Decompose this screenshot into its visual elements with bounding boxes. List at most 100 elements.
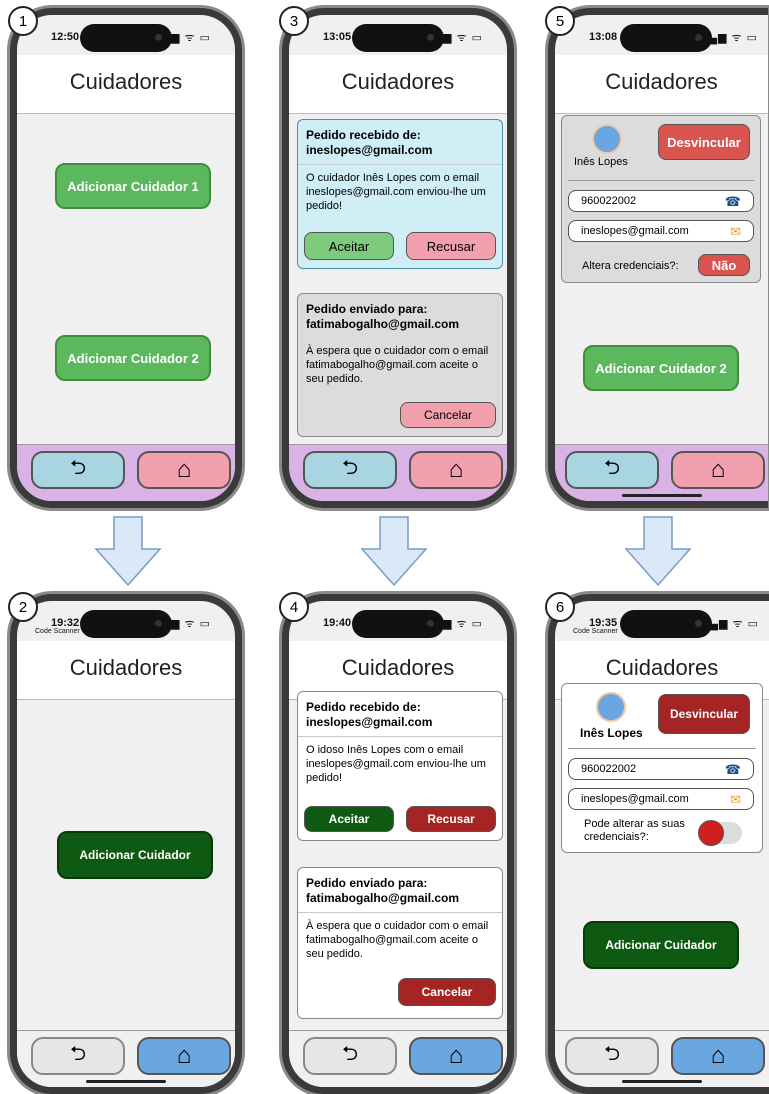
back-button[interactable]: ⮌: [31, 451, 125, 489]
home-button[interactable]: ⌂: [671, 451, 765, 489]
home-button[interactable]: ⌂: [137, 451, 231, 489]
sent-request-text: À espera que o cuidador com o email fati…: [306, 345, 489, 385]
status-bar: 12:50 ▂▄▆ ᯤ ▭: [17, 27, 235, 49]
caregiver-name: Inês Lopes: [580, 726, 643, 740]
bottom-bar: ⮌ ⌂: [289, 1030, 507, 1087]
add-caregiver-button[interactable]: Adicionar Cuidador: [57, 831, 213, 879]
signal-wifi-battery-icon: ▂▄▆ ᯤ ▭: [152, 32, 211, 44]
signal-wifi-battery-icon: ▂▄▆ ᯤ ▭: [700, 618, 759, 630]
phone-screen-6: 19:35 Code Scanner ▂▄▆ ᯤ ▭ Cuidadores In…: [548, 594, 769, 1094]
status-time: 13:08: [589, 31, 618, 43]
status-subtitle: Code Scanner: [573, 628, 618, 635]
step-badge-1: 1: [8, 6, 38, 36]
credentials-toggle[interactable]: [698, 820, 742, 846]
step-badge-3: 3: [279, 6, 309, 36]
status-subtitle: Code Scanner: [35, 628, 80, 635]
unlink-button[interactable]: Desvincular: [658, 124, 750, 160]
add-caregiver-2-button[interactable]: Adicionar Cuidador 2: [583, 345, 739, 391]
status-time: 12:50: [51, 31, 80, 43]
step-badge-2: 2: [8, 592, 38, 622]
received-request-heading: Pedido recebido de: ineslopes@gmail.com: [306, 700, 433, 729]
phone-icon: ☎: [724, 194, 741, 209]
add-caregiver-button[interactable]: Adicionar Cuidador: [583, 921, 739, 969]
linked-caregiver-card: Inês Lopes Desvincular 960022002 ☎ ineslo…: [561, 115, 761, 283]
back-button[interactable]: ⮌: [303, 1037, 397, 1075]
page-title: Cuidadores: [69, 655, 183, 680]
title-bar: Cuidadores: [17, 55, 235, 114]
phone-field: 960022002 ☎: [568, 190, 754, 212]
home-icon: ⌂: [448, 456, 464, 483]
caregiver-name: Inês Lopes: [574, 156, 628, 168]
email-field: ineslopes@gmail.com ✉: [568, 220, 754, 242]
back-icon: ⮌: [341, 1043, 359, 1065]
cancel-button[interactable]: Cancelar: [398, 978, 496, 1006]
back-button[interactable]: ⮌: [565, 451, 659, 489]
title-bar: Cuidadores: [555, 55, 768, 114]
refuse-button[interactable]: Recusar: [406, 232, 496, 260]
received-request-heading: Pedido recebido de: ineslopes@gmail.com: [306, 128, 433, 157]
email-field: ineslopes@gmail.com ✉: [568, 788, 754, 810]
home-button[interactable]: ⌂: [409, 451, 503, 489]
received-request-card: Pedido recebido de: ineslopes@gmail.com O…: [297, 691, 503, 841]
page-title: Cuidadores: [341, 655, 455, 680]
cancel-button[interactable]: Cancelar: [400, 402, 496, 428]
home-indicator: [622, 1080, 702, 1083]
avatar: [596, 692, 626, 722]
back-icon: ⮌: [341, 457, 359, 479]
linked-caregiver-card: Inês Lopes Desvincular 960022002 ☎ ineslo…: [561, 683, 763, 853]
back-icon: ⮌: [603, 1043, 621, 1065]
mail-icon: ✉: [730, 224, 741, 239]
unlink-button[interactable]: Desvincular: [658, 694, 750, 734]
received-request-text: O idoso Inês Lopes com o email ineslopes…: [298, 736, 502, 791]
accept-button[interactable]: Aceitar: [304, 806, 394, 832]
back-button[interactable]: ⮌: [303, 451, 397, 489]
phone-screen-5: 13:08 ▂▄▆ ᯤ ▭ Cuidadores Inês Lopes Desv…: [548, 8, 768, 508]
home-button[interactable]: ⌂: [137, 1037, 231, 1075]
status-bar: 19:35 Code Scanner ▂▄▆ ᯤ ▭: [555, 613, 769, 635]
phone-screen-2: 19:32 Code Scanner ▂▄▆ ᯤ ▭ Cuidadores Ad…: [10, 594, 242, 1094]
add-caregiver-2-button[interactable]: Adicionar Cuidador 2: [55, 335, 211, 381]
arrow-down-2: [360, 516, 428, 587]
signal-wifi-battery-icon: ▂▄▆ ᯤ ▭: [152, 618, 211, 630]
status-bar: 19:40 ▂▄▆ ᯤ ▭: [289, 613, 507, 635]
title-bar: Cuidadores: [17, 641, 235, 700]
sent-request-card: Pedido enviado para: fatimabogalho@gmail.…: [297, 293, 503, 437]
sent-request-heading: Pedido enviado para: fatimabogalho@gmail.…: [306, 302, 460, 331]
phone-icon: ☎: [724, 762, 741, 777]
status-bar: 13:08 ▂▄▆ ᯤ ▭: [555, 27, 768, 49]
home-icon: ⌂: [710, 456, 726, 483]
phone-screen-1: 12:50 ▂▄▆ ᯤ ▭ Cuidadores Adicionar Cuida…: [10, 8, 242, 508]
phone-screen-3: 13:05 ▂▄▆ ᯤ ▭ Cuidadores Pedido recebido…: [282, 8, 514, 508]
credentials-label: Pode alterar as suas credenciais?:: [584, 818, 685, 843]
signal-wifi-battery-icon: ▂▄▆ ᯤ ▭: [699, 32, 758, 44]
refuse-button[interactable]: Recusar: [406, 806, 496, 832]
back-icon: ⮌: [69, 457, 87, 479]
avatar: [592, 124, 622, 154]
back-button[interactable]: ⮌: [565, 1037, 659, 1075]
home-button[interactable]: ⌂: [671, 1037, 765, 1075]
page-title: Cuidadores: [605, 655, 719, 680]
home-icon: ⌂: [176, 456, 192, 483]
signal-wifi-battery-icon: ▂▄▆ ᯤ ▭: [424, 32, 483, 44]
arrow-down-3: [624, 516, 692, 587]
bottom-bar: ⮌ ⌂: [289, 444, 507, 501]
step-badge-4: 4: [279, 592, 309, 622]
page-title: Cuidadores: [69, 69, 183, 94]
add-caregiver-1-button[interactable]: Adicionar Cuidador 1: [55, 163, 211, 209]
home-button[interactable]: ⌂: [409, 1037, 503, 1075]
home-icon: ⌂: [448, 1042, 464, 1069]
phone-screen-4: 19:40 ▂▄▆ ᯤ ▭ Cuidadores Pedido recebido…: [282, 594, 514, 1094]
accept-button[interactable]: Aceitar: [304, 232, 394, 260]
back-icon: ⮌: [603, 457, 621, 479]
credentials-toggle[interactable]: Não: [698, 254, 750, 276]
status-time: 13:05: [323, 31, 352, 43]
back-button[interactable]: ⮌: [31, 1037, 125, 1075]
sent-request-heading: Pedido enviado para: fatimabogalho@gmail.…: [306, 876, 460, 905]
page-title: Cuidadores: [605, 69, 718, 94]
home-icon: ⌂: [176, 1042, 192, 1069]
bottom-bar: ⮌ ⌂: [555, 444, 768, 501]
phone-field: 960022002 ☎: [568, 758, 754, 780]
arrow-down-1: [94, 516, 162, 587]
status-bar: 19:32 Code Scanner ▂▄▆ ᯤ ▭: [17, 613, 235, 635]
credentials-label: Altera credenciais?:: [582, 260, 679, 272]
